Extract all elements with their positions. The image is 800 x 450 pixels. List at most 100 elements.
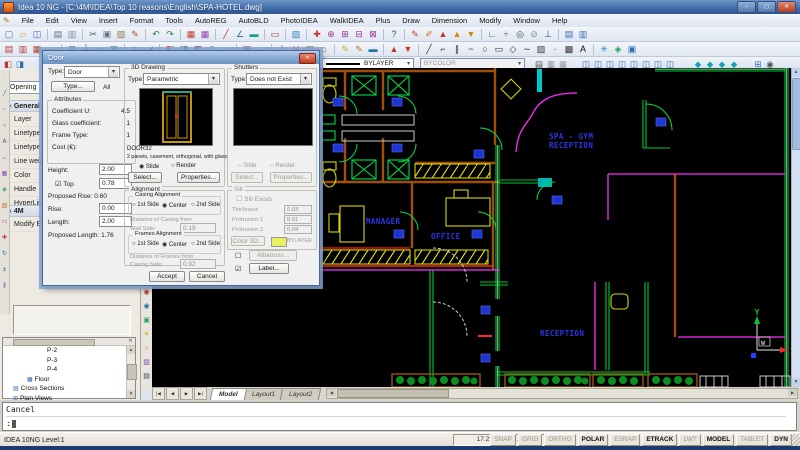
tree-item-cross-sections[interactable]: ▤Cross Sections: [3, 384, 127, 394]
rotate-tool-icon[interactable]: ↻: [1, 250, 9, 258]
tab-next-button[interactable]: ▶: [180, 387, 193, 400]
slide-radio[interactable]: Slide: [139, 163, 159, 170]
frames-1st-side-radio[interactable]: 1st Side: [132, 241, 159, 247]
tree-close-icon[interactable]: ✕: [127, 338, 134, 345]
3d-type-combo[interactable]: Parametric: [143, 73, 220, 85]
circle-icon[interactable]: ○: [479, 43, 491, 55]
cut-icon[interactable]: ✂: [87, 28, 99, 40]
ruler-icon[interactable]: ▬: [367, 43, 379, 55]
menu-item-0[interactable]: File: [16, 16, 40, 25]
properties-icon[interactable]: ▤: [563, 28, 575, 40]
command-input[interactable]: :: [6, 418, 16, 429]
pencil-yellow-icon[interactable]: ✎: [339, 43, 351, 55]
menu-item-5[interactable]: Tools: [159, 16, 189, 25]
snap-toggle[interactable]: SNAP: [490, 434, 516, 446]
cancel-button[interactable]: Cancel: [189, 271, 225, 282]
point-icon[interactable]: ·: [549, 43, 561, 55]
polygon-icon[interactable]: ◇: [507, 43, 519, 55]
shutters-type-combo[interactable]: Does not Exist: [246, 73, 312, 85]
esnap-toggle[interactable]: ESNAP: [610, 434, 640, 446]
move-tool-icon[interactable]: ✚: [1, 234, 9, 242]
move-up-icon[interactable]: ▲: [388, 43, 400, 55]
menu-item-13[interactable]: Modify: [473, 16, 507, 25]
scale-tool-icon[interactable]: ±: [1, 266, 9, 274]
tree-scroll-up-icon[interactable]: ▲: [127, 346, 135, 354]
label-button[interactable]: Label...: [249, 263, 289, 274]
rectangle-icon[interactable]: ▭: [493, 43, 505, 55]
level-up-icon[interactable]: ▲: [451, 28, 463, 40]
resize-grip[interactable]: [790, 434, 800, 446]
print-icon[interactable]: ▤: [52, 28, 64, 40]
ortho-icon[interactable]: ⊥: [542, 28, 554, 40]
render-radio[interactable]: Render: [171, 163, 196, 169]
tree-vertical-scrollbar[interactable]: ▲ ▼: [126, 346, 135, 398]
region-icon[interactable]: ▩: [563, 43, 575, 55]
render-icon[interactable]: ▣: [142, 316, 152, 326]
minimize-button[interactable]: –: [737, 1, 756, 13]
etrack-toggle[interactable]: ETRACK: [642, 434, 677, 446]
close-button[interactable]: ✕: [777, 1, 796, 13]
spline-icon[interactable]: ∼: [521, 43, 533, 55]
text-icon[interactable]: A: [577, 43, 589, 55]
menu-item-8[interactable]: PhotoIDEA: [275, 16, 324, 25]
pencil-orange-icon[interactable]: ✎: [353, 43, 365, 55]
alert-icon[interactable]: ▲: [437, 28, 449, 40]
dimension-tool-icon[interactable]: ↔: [1, 154, 9, 162]
double-line-icon[interactable]: ∥: [451, 43, 463, 55]
paste-icon[interactable]: ▨: [115, 28, 127, 40]
block-tool-icon[interactable]: ◈: [1, 186, 9, 194]
tab-prev-button[interactable]: ◀: [166, 387, 179, 400]
line-icon[interactable]: ╱: [423, 43, 435, 55]
xref-icon[interactable]: ▣: [626, 43, 638, 55]
hscroll-thumb[interactable]: [337, 389, 449, 398]
arc-icon[interactable]: ~: [465, 43, 477, 55]
tab-layout1[interactable]: Layout1: [243, 388, 285, 400]
casing-1st-side-radio[interactable]: 1st Side: [132, 202, 159, 208]
move-down-icon[interactable]: ▼: [402, 43, 414, 55]
menu-item-14[interactable]: Window: [507, 16, 546, 25]
pan-icon[interactable]: ✚: [311, 28, 323, 40]
label-checkbox[interactable]: [235, 265, 241, 273]
sun-light-icon[interactable]: ☀: [142, 330, 152, 340]
menu-item-10[interactable]: Plus: [370, 16, 397, 25]
accept-button[interactable]: Accept: [149, 271, 185, 282]
lwt-toggle[interactable]: LWT: [679, 434, 700, 446]
point-tool-icon[interactable]: ·: [1, 74, 9, 82]
tree-item-p2[interactable]: P-2: [3, 346, 127, 356]
osnap-midpoint-icon[interactable]: ÷: [500, 28, 512, 40]
save-icon[interactable]: ◫: [31, 28, 43, 40]
menu-item-7[interactable]: AutoBLD: [233, 16, 275, 25]
tablet-toggle[interactable]: TABLET: [736, 434, 768, 446]
line-tool-icon[interactable]: ╱: [1, 90, 9, 98]
maximize-button[interactable]: ▢: [757, 1, 776, 13]
hatch-tool-icon[interactable]: ▨: [1, 202, 9, 210]
explode-icon[interactable]: ✳: [598, 43, 610, 55]
tree-scroll-down-icon[interactable]: ▼: [127, 390, 135, 398]
spot-light-icon[interactable]: ○: [142, 344, 152, 354]
zoom-window-icon[interactable]: ⊞: [339, 28, 351, 40]
tab-model[interactable]: Model: [210, 388, 247, 400]
scroll-left-icon[interactable]: ◀: [327, 389, 336, 396]
drawing-vertical-scrollbar[interactable]: ▲ ▼: [791, 68, 800, 387]
scene-icon[interactable]: ▤: [142, 372, 152, 382]
tree-hscroll-thumb[interactable]: [13, 339, 95, 346]
undo-icon[interactable]: ↶: [150, 28, 162, 40]
format-painter-icon[interactable]: ✎: [129, 28, 141, 40]
copy-icon[interactable]: ▣: [101, 28, 113, 40]
dialog-close-button[interactable]: ✕: [299, 53, 316, 64]
dialog-title-bar[interactable]: Door: [43, 51, 319, 64]
frames-center-radio[interactable]: Center: [162, 241, 187, 248]
menu-item-1[interactable]: Edit: [40, 16, 65, 25]
menu-item-2[interactable]: View: [65, 16, 93, 25]
block-icon[interactable]: ◈: [612, 43, 624, 55]
menu-item-3[interactable]: Insert: [93, 16, 124, 25]
grid-toggle[interactable]: GRID: [518, 434, 542, 446]
polyline-icon[interactable]: ⌐: [437, 43, 449, 55]
construction-line-icon[interactable]: ∠: [234, 28, 246, 40]
tree-horizontal-scrollbar[interactable]: [3, 338, 135, 346]
casing-2nd-side-radio[interactable]: 2nd Side: [191, 202, 220, 208]
material-icon[interactable]: ▨: [142, 358, 152, 368]
text-tool-icon[interactable]: A: [1, 138, 9, 146]
print-preview-icon[interactable]: ▥: [66, 28, 78, 40]
casing-center-radio[interactable]: Center: [162, 202, 187, 209]
